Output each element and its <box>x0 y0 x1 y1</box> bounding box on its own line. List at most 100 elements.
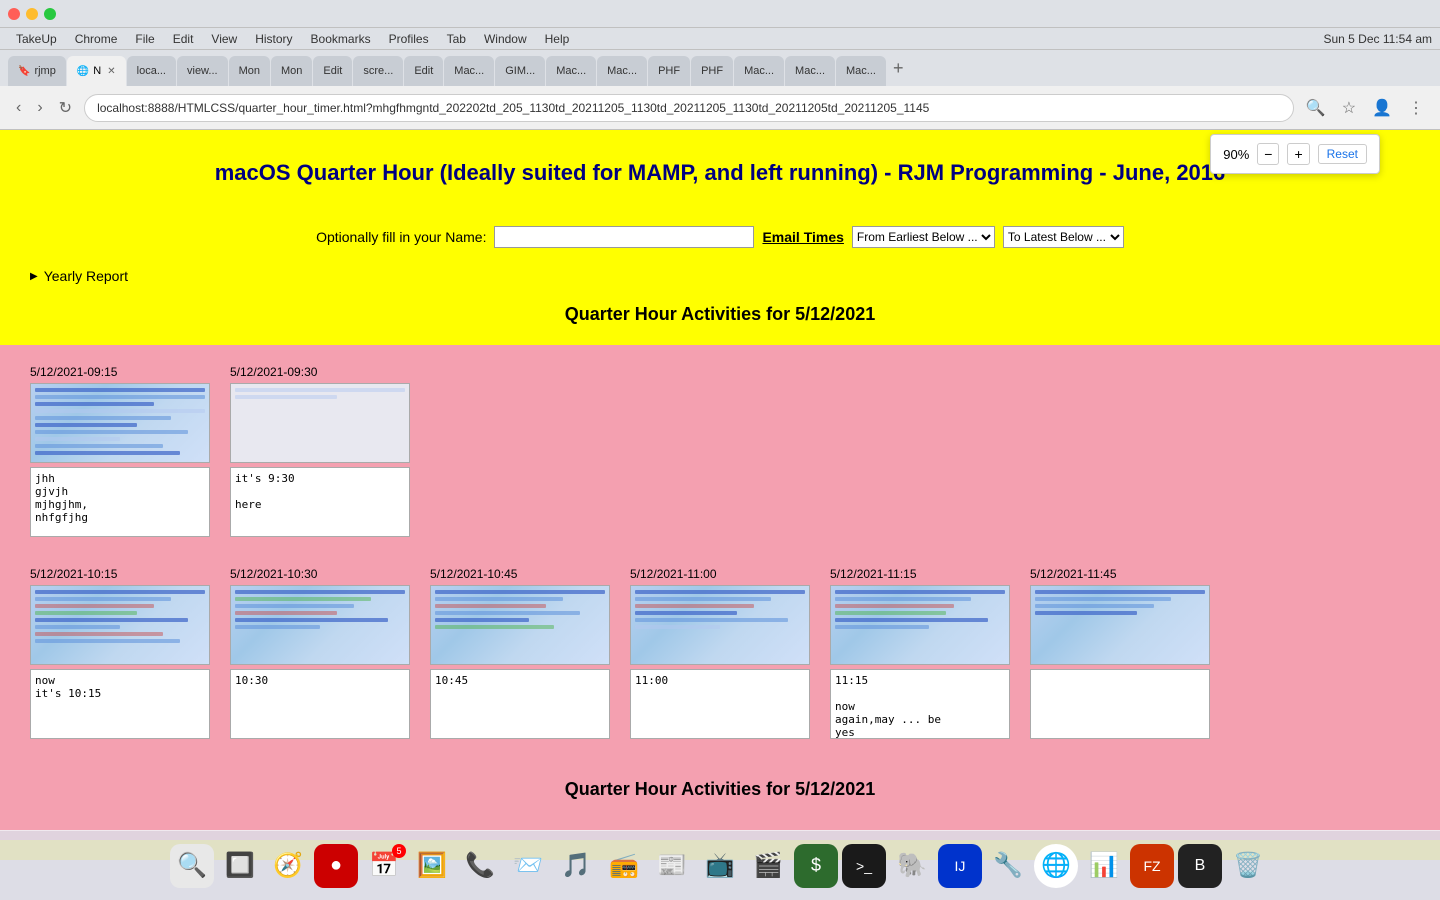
tab-rjmp[interactable]: 🔖rjmp <box>8 56 66 86</box>
tab-active[interactable]: 🌐N ✕ <box>67 56 126 86</box>
activity-screenshot <box>830 585 1010 665</box>
menu-tab[interactable]: Tab <box>439 30 474 48</box>
tab-edit1[interactable]: Edit <box>313 56 352 86</box>
to-latest-select[interactable]: To Latest Below ... <box>1003 226 1124 248</box>
dock-photos[interactable]: 🖼️ <box>410 844 454 888</box>
yearly-report-toggle[interactable]: ▶ Yearly Report <box>30 268 1410 284</box>
tab-phf1[interactable]: PHF <box>648 56 690 86</box>
page-content: macOS Quarter Hour (Ideally suited for M… <box>0 130 1440 860</box>
dock-intellij[interactable]: IJ <box>938 844 982 888</box>
dock-news[interactable]: 📰 <box>650 844 694 888</box>
tab-mac6[interactable]: Mac... <box>836 56 886 86</box>
email-times-button[interactable]: Email Times <box>762 229 843 245</box>
activity-timestamp: 5/12/2021-09:30 <box>230 365 317 379</box>
tab-mon2[interactable]: Mon <box>271 56 312 86</box>
dock-music[interactable]: 🎵 <box>554 844 598 888</box>
dock-chrome[interactable]: 🌐 <box>1034 844 1078 888</box>
menu-window[interactable]: Window <box>476 30 535 48</box>
activity-notes[interactable]: it's 9:30 here <box>230 467 410 537</box>
menu-profiles[interactable]: Profiles <box>381 30 437 48</box>
tab-scre[interactable]: scre... <box>353 56 403 86</box>
from-earliest-select[interactable]: From Earliest Below ... <box>852 226 995 248</box>
account-button[interactable]: 👤 <box>1368 94 1396 122</box>
dock-quicktime[interactable]: 🎬 <box>746 844 790 888</box>
activity-notes[interactable]: now it's 10:15 <box>30 669 210 739</box>
activity-notes[interactable]: 11:00 <box>630 669 810 739</box>
dock-app1[interactable]: ● <box>314 844 358 888</box>
reload-button[interactable]: ↻ <box>55 94 76 122</box>
dock-safari[interactable]: 🧭 <box>266 844 310 888</box>
menu-view[interactable]: View <box>203 30 245 48</box>
tabs-bar: 🔖rjmp 🌐N ✕ loca... view... Mon Mon Edit … <box>0 50 1440 86</box>
dock-facetime[interactable]: 📞 <box>458 844 502 888</box>
dock-podcasts[interactable]: 📻 <box>602 844 646 888</box>
back-button[interactable]: ‹ <box>12 95 25 121</box>
forward-button[interactable]: › <box>33 95 46 121</box>
dock-mail[interactable]: 📨 <box>506 844 550 888</box>
dock-postgres[interactable]: 🐘 <box>890 844 934 888</box>
name-input[interactable] <box>494 226 754 248</box>
new-tab-button[interactable]: + <box>887 58 910 79</box>
minimize-button[interactable] <box>26 8 38 20</box>
tab-view[interactable]: view... <box>177 56 228 86</box>
activity-timestamp: 5/12/2021-10:30 <box>230 567 317 581</box>
url-input[interactable] <box>84 94 1294 122</box>
menu-bookmarks[interactable]: Bookmarks <box>303 30 379 48</box>
tab-mac1[interactable]: Mac... <box>444 56 494 86</box>
activity-notes[interactable]: 10:30 <box>230 669 410 739</box>
dock: 🔍 🔲 🧭 ● 📅5 🖼️ 📞 📨 🎵 📻 📰 📺 🎬 $ >_ 🐘 IJ 🔧 … <box>0 830 1440 900</box>
menu-help[interactable]: Help <box>537 30 578 48</box>
activity-item: 5/12/2021-10:30 10:30 <box>230 567 410 739</box>
zoom-button[interactable]: 🔍 <box>1302 94 1330 122</box>
activity-notes[interactable] <box>1030 669 1210 739</box>
menu-chrome[interactable]: Chrome <box>67 30 126 48</box>
activity-screenshot <box>630 585 810 665</box>
activity-grid: 5/12/2021-09:15 jhh gj <box>30 365 1410 557</box>
activity-screenshot <box>30 585 210 665</box>
zoom-level: 90% <box>1223 147 1249 162</box>
dock-terminal[interactable]: >_ <box>842 844 886 888</box>
dock-app-b[interactable]: B <box>1178 844 1222 888</box>
dock-launchpad[interactable]: 🔲 <box>218 844 262 888</box>
bookmark-button[interactable]: ☆ <box>1338 94 1360 122</box>
tab-gim[interactable]: GIM... <box>495 56 545 86</box>
dock-filezilla[interactable]: FZ <box>1130 844 1174 888</box>
dock-calendar[interactable]: 📅5 <box>362 844 406 888</box>
activity-notes[interactable]: 11:15 now again,may ... be yes <box>830 669 1010 739</box>
activity-notes[interactable]: jhh gjvjh mjhgjhm, nhfgfjhg <box>30 467 210 537</box>
zoom-plus-button[interactable]: + <box>1287 143 1309 165</box>
tab-mon1[interactable]: Mon <box>229 56 270 86</box>
name-label: Optionally fill in your Name: <box>316 229 486 245</box>
dock-tools[interactable]: 🔧 <box>986 844 1030 888</box>
menu-history[interactable]: History <box>247 30 300 48</box>
dock-trash[interactable]: 🗑️ <box>1226 844 1270 888</box>
dock-appletv[interactable]: 📺 <box>698 844 742 888</box>
tab-local[interactable]: loca... <box>127 56 176 86</box>
menu-edit[interactable]: Edit <box>165 30 202 48</box>
menu-file[interactable]: File <box>127 30 162 48</box>
section-title: Quarter Hour Activities for 5/12/2021 <box>30 304 1410 325</box>
activity-notes[interactable]: 10:45 <box>430 669 610 739</box>
tab-mac2[interactable]: Mac... <box>546 56 596 86</box>
menu-takeup[interactable]: TakeUp <box>8 30 65 48</box>
activity-timestamp: 5/12/2021-10:15 <box>30 567 117 581</box>
maximize-button[interactable] <box>44 8 56 20</box>
zoom-reset-button[interactable]: Reset <box>1318 144 1367 164</box>
activity-screenshot <box>230 383 410 463</box>
close-button[interactable] <box>8 8 20 20</box>
activity-item: 5/12/2021-11:00 11:00 <box>630 567 810 739</box>
dock-money[interactable]: $ <box>794 844 838 888</box>
menu-dots-button[interactable]: ⋮ <box>1404 94 1428 122</box>
activity-timestamp: 5/12/2021-09:15 <box>30 365 117 379</box>
tab-mac5[interactable]: Mac... <box>785 56 835 86</box>
tab-edit2[interactable]: Edit <box>404 56 443 86</box>
tab-phf2[interactable]: PHF <box>691 56 733 86</box>
zoom-minus-button[interactable]: − <box>1257 143 1279 165</box>
calendar-badge: 5 <box>392 844 406 858</box>
close-icon[interactable]: ✕ <box>107 66 115 77</box>
tab-mac4[interactable]: Mac... <box>734 56 784 86</box>
dock-finder[interactable]: 🔍 <box>170 844 214 888</box>
triangle-icon: ▶ <box>30 271 38 282</box>
tab-mac3[interactable]: Mac... <box>597 56 647 86</box>
dock-stats[interactable]: 📊 <box>1082 844 1126 888</box>
